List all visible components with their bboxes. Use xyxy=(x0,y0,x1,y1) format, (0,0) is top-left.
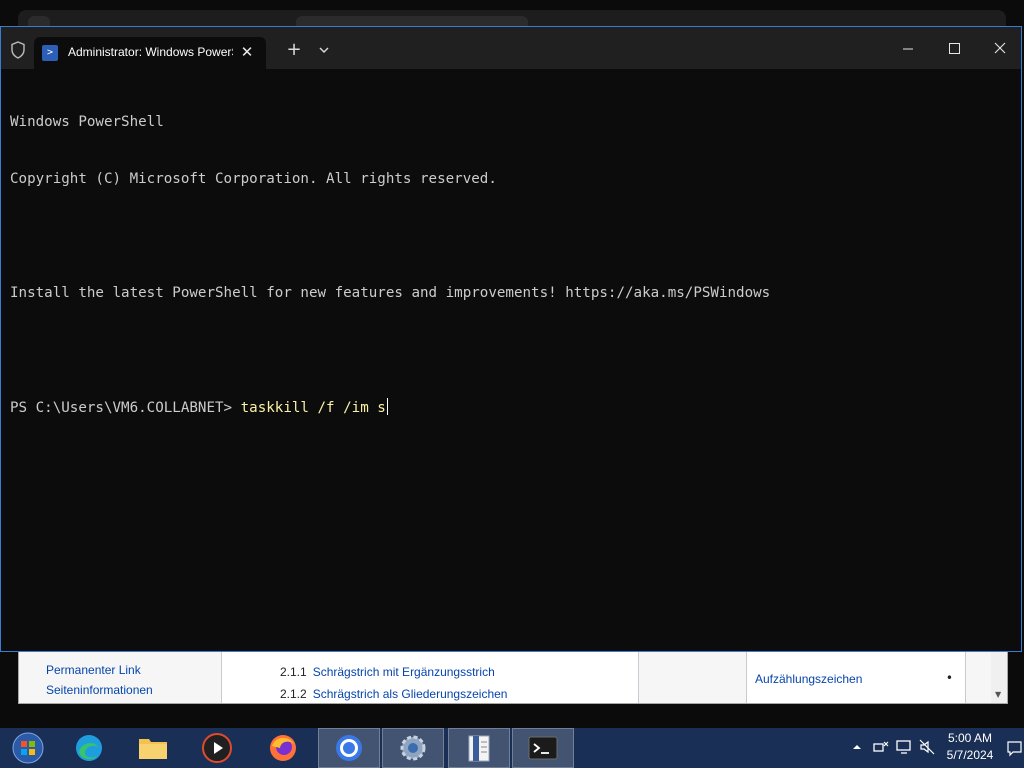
scroll-down-icon[interactable]: ▼ xyxy=(995,690,1001,699)
taskbar-firefox[interactable] xyxy=(252,728,314,768)
chevron-down-icon[interactable] xyxy=(314,40,334,60)
console-output[interactable]: Windows PowerShell Copyright (C) Microso… xyxy=(10,75,1013,455)
notepad-icon xyxy=(468,735,490,762)
clock-time[interactable]: 5:00 AM xyxy=(940,731,1000,745)
background-browser-window: Permanenter Link Seiteninformationen 2.1… xyxy=(18,650,1008,704)
console-line: Install the latest PowerShell for new fe… xyxy=(10,285,771,301)
taskbar-settings[interactable] xyxy=(382,728,444,768)
powershell-icon: > xyxy=(42,45,58,61)
toc-number: 2.1.1 xyxy=(280,665,307,679)
close-button[interactable] xyxy=(977,33,1023,65)
tab-title: Administrator: Windows PowerShell xyxy=(68,45,233,59)
volume-muted-icon[interactable] xyxy=(918,738,936,756)
console-line: Copyright (C) Microsoft Corporation. All… xyxy=(10,171,497,187)
taskbar-terminal[interactable] xyxy=(512,728,574,768)
new-tab-button[interactable]: + xyxy=(283,39,305,61)
prompt: PS C:\Users\VM6.COLLABNET> xyxy=(10,400,241,416)
terminal-window: > Administrator: Windows PowerShell ✕ + … xyxy=(0,26,1022,652)
sidebar-link-permanent[interactable]: Permanenter Link xyxy=(46,663,141,677)
maximize-button[interactable] xyxy=(931,33,977,65)
terminal-titlebar[interactable]: > Administrator: Windows PowerShell ✕ + xyxy=(1,27,1021,69)
gear-icon xyxy=(400,735,426,761)
folder-icon xyxy=(139,739,167,759)
table-cell-name[interactable]: Aufzählungszeichen xyxy=(755,672,862,686)
tab-close-button[interactable]: ✕ xyxy=(236,41,258,63)
chevron-up-icon[interactable] xyxy=(848,738,866,756)
taskbar: 5:00 AM 5/7/2024 xyxy=(0,728,1024,768)
toc-text[interactable]: Schrägstrich als Gliederungszeichen xyxy=(313,687,508,701)
media-player-icon xyxy=(202,733,232,763)
taskbar-media-player[interactable] xyxy=(186,728,248,768)
command-input[interactable]: taskkill /f /im s xyxy=(241,400,386,416)
toc-text[interactable]: Schrägstrich mit Ergänzungsstrich xyxy=(313,665,495,679)
start-button[interactable] xyxy=(0,728,56,768)
console-line: Windows PowerShell xyxy=(10,114,164,130)
shield-icon xyxy=(11,41,25,59)
minimize-button[interactable] xyxy=(885,33,931,65)
taskbar-notepad[interactable] xyxy=(448,728,510,768)
network-icon[interactable] xyxy=(872,738,890,756)
taskbar-chrome[interactable] xyxy=(318,728,380,768)
taskbar-file-explorer[interactable] xyxy=(122,728,184,768)
table-cell-symbol: • xyxy=(945,671,953,685)
background-article: 2.1.1 Schrägstrich mit Ergänzungsstrich 2… xyxy=(221,651,639,703)
terminal-icon xyxy=(528,736,558,760)
firefox-icon xyxy=(270,735,296,761)
edge-icon xyxy=(76,735,102,761)
background-sidebar: Permanenter Link Seiteninformationen xyxy=(19,651,221,703)
toc-number: 2.1.2 xyxy=(280,687,307,701)
background-scrollbar[interactable]: ▼ xyxy=(991,651,1007,703)
windows-logo-icon xyxy=(12,732,44,764)
text-cursor xyxy=(386,398,388,415)
toc-item[interactable]: 2.1.1 Schrägstrich mit Ergänzungsstrich xyxy=(280,665,495,679)
display-icon[interactable] xyxy=(895,738,913,756)
speech-bubble-icon[interactable] xyxy=(1005,734,1024,762)
toc-item[interactable]: 2.1.2 Schrägstrich als Gliederungszeichen xyxy=(280,687,507,701)
command-line[interactable]: PS C:\Users\VM6.COLLABNET> taskkill /f /… xyxy=(10,398,1013,417)
sidebar-link-page-info[interactable]: Seiteninformationen xyxy=(46,683,153,697)
tab-powershell[interactable]: > Administrator: Windows PowerShell ✕ xyxy=(34,37,266,69)
clock-date[interactable]: 5/7/2024 xyxy=(940,748,1000,762)
chrome-icon xyxy=(336,735,362,761)
taskbar-edge[interactable] xyxy=(58,728,120,768)
background-table: Aufzählungszeichen • xyxy=(746,651,966,703)
